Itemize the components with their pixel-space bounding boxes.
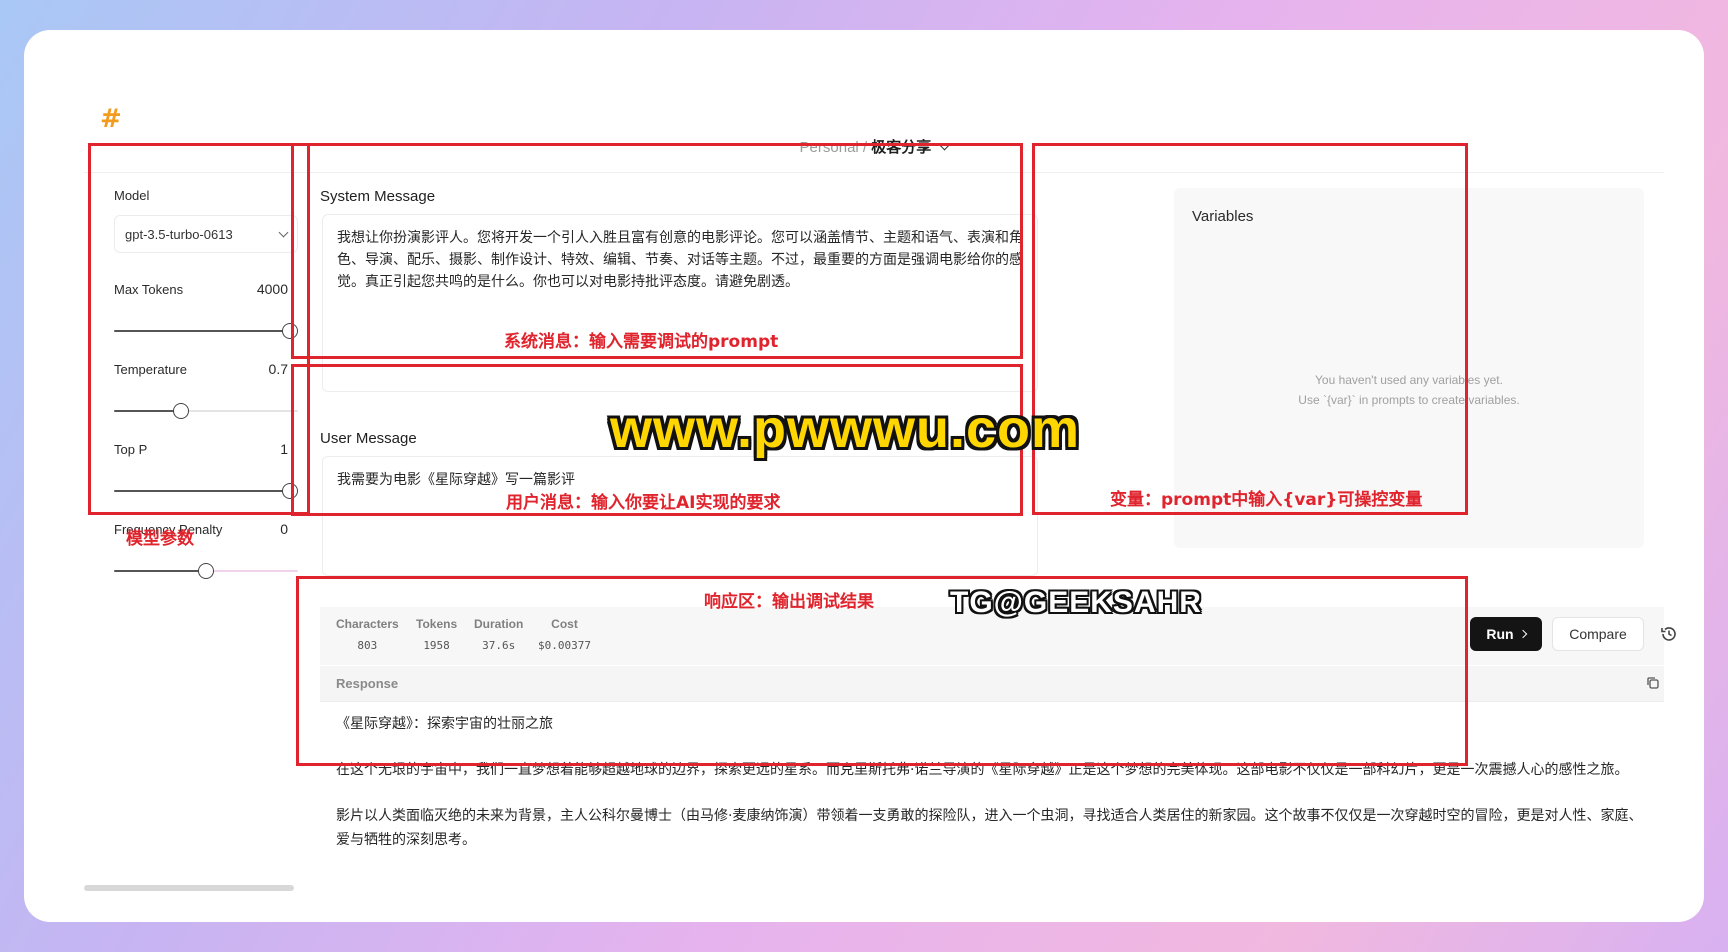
response-highlight-box — [296, 576, 1468, 766]
user-annotation: 用户消息：输入你要让AI实现的要求 — [506, 493, 781, 513]
run-button[interactable]: Run — [1470, 617, 1542, 651]
tg-watermark: TG@GEEKSAHR — [950, 586, 1202, 619]
logo-icon[interactable]: # — [100, 104, 122, 134]
run-button-label: Run — [1486, 626, 1514, 642]
history-icon[interactable] — [1660, 625, 1678, 643]
slider-thumb[interactable] — [198, 563, 214, 579]
params-annotation: 模型参数 — [126, 529, 194, 549]
compare-button[interactable]: Compare — [1552, 617, 1644, 651]
response-paragraph: 影片以人类面临灭绝的未来为背景，主人公科尔曼博士（由马修·麦康纳饰演）带领着一支… — [336, 808, 1643, 848]
variables-highlight-box — [1032, 143, 1468, 515]
horizontal-scrollbar[interactable] — [84, 885, 294, 891]
site-watermark: www.pwwwu.com — [610, 399, 1081, 459]
chevron-right-icon — [1518, 629, 1527, 639]
params-highlight-box — [88, 143, 310, 515]
variables-annotation: 变量：prompt中输入{var}可操控变量 — [1110, 490, 1423, 510]
param-value: 0 — [280, 521, 288, 537]
slider-fill — [114, 570, 206, 572]
app-card: # Personal / 极客分享 Model gpt-3.5-turbo-06… — [24, 30, 1704, 922]
system-annotation: 系统消息：输入需要调试的prompt — [504, 332, 779, 352]
response-annotation: 响应区：输出调试结果 — [704, 592, 874, 612]
copy-icon[interactable] — [1646, 676, 1660, 690]
param-slider[interactable] — [114, 563, 298, 579]
